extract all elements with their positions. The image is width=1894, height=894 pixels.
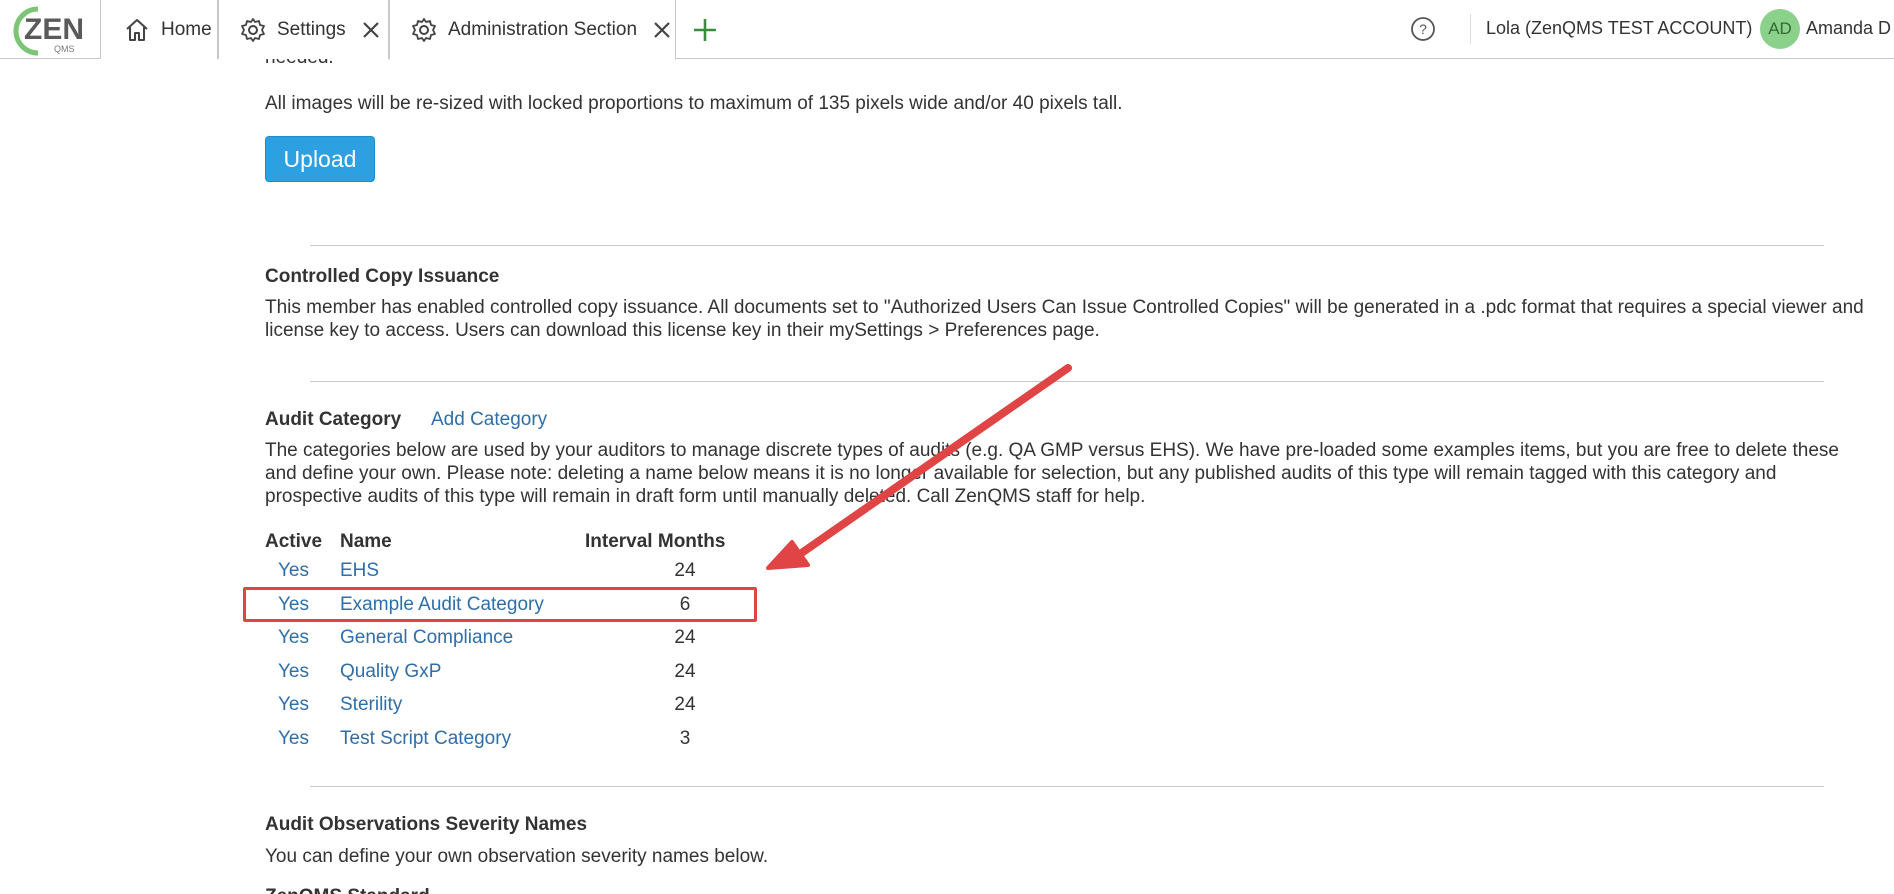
audit-category-description: The categories below are used by your au…: [265, 440, 1839, 507]
interval-months: 24: [674, 627, 696, 648]
add-category-link[interactable]: Add Category: [431, 409, 547, 431]
admin-content: needed. All images will be re-sized with…: [0, 59, 1894, 894]
gear-icon: [241, 17, 265, 42]
close-icon[interactable]: [651, 19, 673, 41]
active-toggle[interactable]: Yes: [278, 661, 309, 683]
avatar[interactable]: AD: [1760, 9, 1800, 49]
severity-names-title: Audit Observations Severity Names: [265, 814, 588, 835]
divider: [310, 381, 1824, 382]
account-name[interactable]: Lola (ZenQMS TEST ACCOUNT): [1486, 18, 1752, 39]
active-toggle[interactable]: Yes: [278, 728, 309, 750]
user-name[interactable]: Amanda D: [1806, 18, 1891, 39]
tab-home[interactable]: Home: [100, 0, 218, 59]
category-name-link[interactable]: EHS: [340, 560, 379, 582]
active-toggle[interactable]: Yes: [278, 560, 309, 582]
divider: [310, 245, 1824, 246]
tab-settings[interactable]: Settings: [218, 0, 389, 59]
controlled-copy-title: Controlled Copy Issuance: [265, 266, 500, 287]
tab-administration-section[interactable]: Administration Section: [389, 0, 676, 60]
tab-label: Home: [161, 18, 212, 40]
svg-text:ZEN: ZEN: [24, 13, 84, 46]
category-name-link[interactable]: Sterility: [340, 694, 402, 716]
svg-text:?: ?: [1419, 21, 1427, 37]
severity-names-description: You can define your own observation seve…: [265, 846, 769, 867]
divider: [1470, 14, 1471, 44]
interval-months: 24: [674, 560, 696, 581]
category-name-link[interactable]: General Compliance: [340, 627, 513, 649]
interval-months: 24: [674, 694, 696, 715]
active-toggle[interactable]: Yes: [278, 694, 309, 716]
image-resize-note: All images will be re-sized with locked …: [265, 93, 1123, 114]
active-toggle[interactable]: Yes: [278, 627, 309, 649]
close-icon[interactable]: [360, 19, 382, 41]
column-header-active: Active: [265, 531, 323, 552]
category-name-link[interactable]: Quality GxP: [340, 661, 441, 683]
zenqms-logo[interactable]: ZEN QMS: [4, 3, 84, 57]
table-row: Yes General Compliance 24: [265, 627, 765, 655]
interval-months: 24: [674, 661, 696, 682]
svg-text:QMS: QMS: [54, 44, 75, 54]
tab-label: Settings: [277, 18, 346, 40]
top-bar: ZEN QMS Home Settings Administration Sec…: [0, 0, 1894, 60]
table-row: Yes EHS 24: [265, 560, 765, 588]
gear-icon: [412, 17, 436, 42]
interval-months: 3: [679, 728, 691, 749]
next-section-title: ZenQMS Standard: [265, 886, 430, 894]
divider: [310, 786, 1824, 787]
upload-button[interactable]: Upload: [265, 136, 375, 182]
table-row: Yes Sterility 24: [265, 694, 765, 722]
add-tab-icon[interactable]: [690, 15, 720, 45]
table-row: Yes Quality GxP 24: [265, 661, 765, 689]
table-row: Yes Test Script Category 3: [265, 728, 765, 756]
annotation-highlight-box: [243, 587, 757, 622]
category-name-link[interactable]: Test Script Category: [340, 728, 511, 750]
tab-label: Administration Section: [448, 18, 638, 40]
controlled-copy-description: This member has enabled controlled copy …: [265, 297, 1864, 341]
column-header-interval-months: Interval Months: [585, 531, 726, 552]
cut-off-text: needed.: [265, 59, 334, 69]
audit-category-title: Audit Category: [265, 409, 402, 430]
home-icon: [126, 18, 148, 41]
help-icon[interactable]: ?: [1410, 16, 1436, 42]
column-header-name: Name: [340, 531, 392, 552]
